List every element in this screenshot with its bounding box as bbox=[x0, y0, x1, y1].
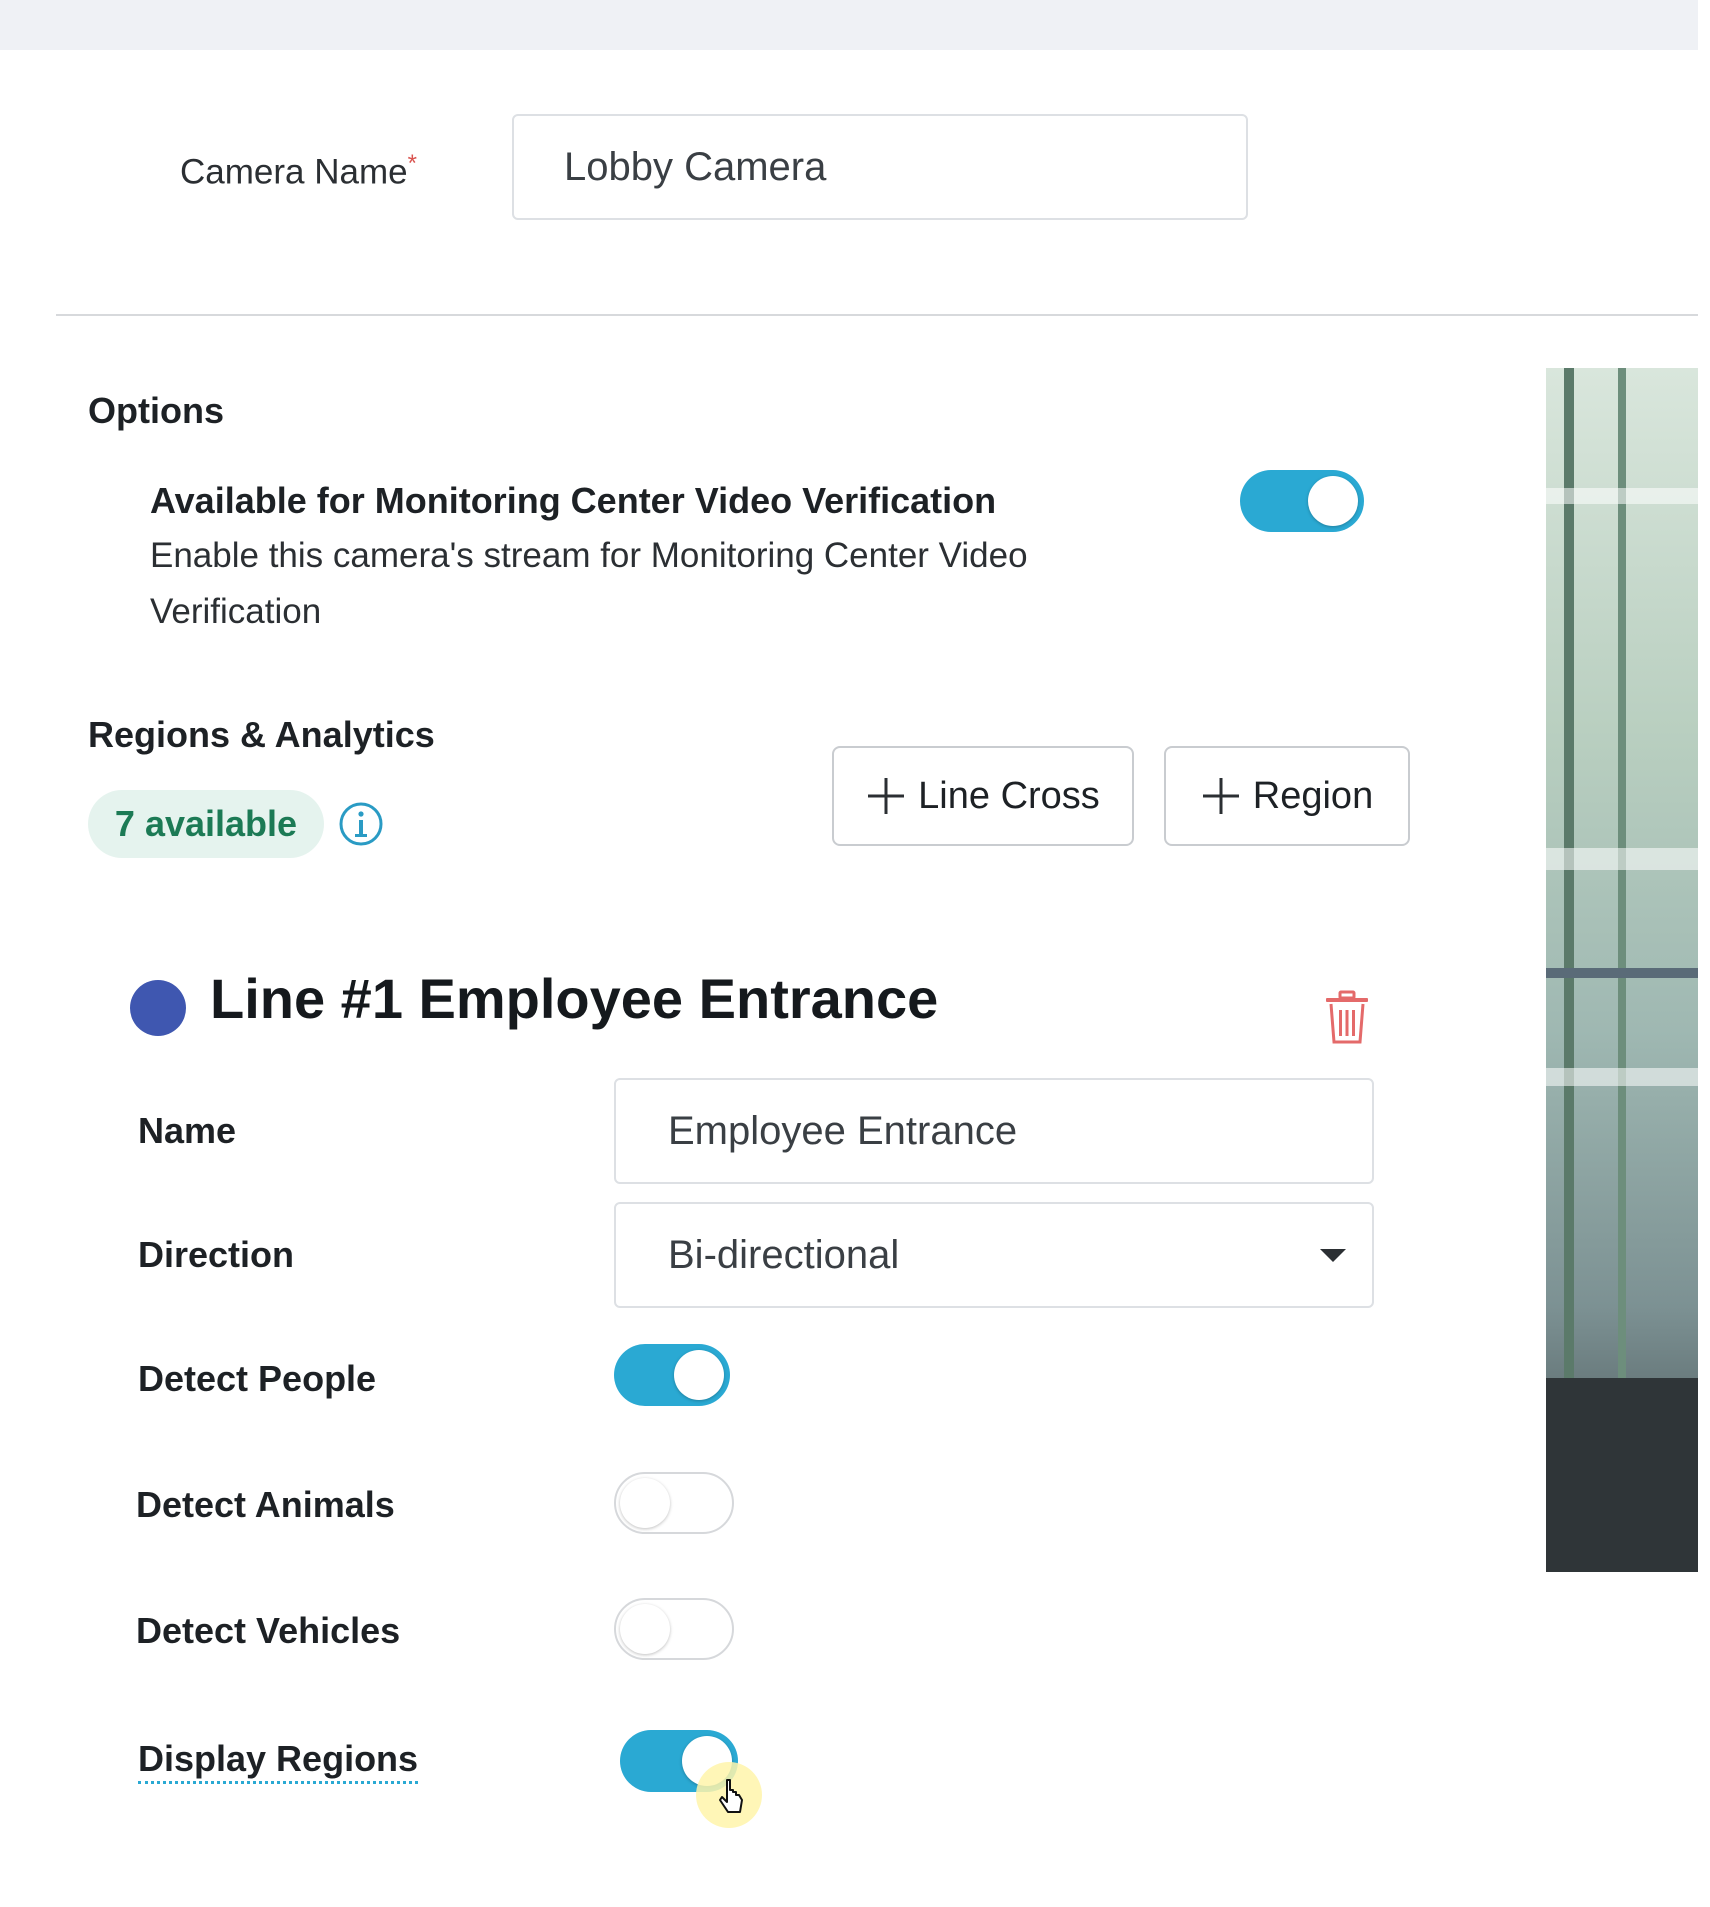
preview-highlight bbox=[1546, 1068, 1698, 1086]
direction-value: Bi-directional bbox=[668, 1232, 900, 1277]
required-marker: * bbox=[407, 150, 417, 177]
direction-select[interactable]: Bi-directional bbox=[614, 1202, 1374, 1308]
camera-preview bbox=[1546, 368, 1698, 1572]
video-verification-toggle[interactable] bbox=[1240, 470, 1364, 532]
options-section-title: Options bbox=[88, 390, 224, 431]
line-color-dot bbox=[130, 980, 186, 1036]
toggle-knob bbox=[1308, 476, 1358, 526]
add-region-label: Region bbox=[1252, 774, 1374, 817]
plus-icon bbox=[1202, 778, 1239, 814]
video-verification-description: Enable this camera's stream for Monitori… bbox=[150, 536, 1028, 631]
add-region-button[interactable]: Region bbox=[1164, 746, 1410, 846]
available-badge: 7 available bbox=[88, 790, 324, 858]
regions-section-title: Regions & Analytics bbox=[88, 714, 435, 755]
chevron-down-icon bbox=[1320, 1249, 1346, 1262]
detect-vehicles-label: Detect Vehicles bbox=[136, 1610, 401, 1651]
top-bar bbox=[0, 0, 1698, 50]
video-verification-title: Available for Monitoring Center Video Ve… bbox=[150, 480, 997, 521]
plus-icon bbox=[868, 778, 905, 814]
section-divider bbox=[56, 314, 1698, 316]
add-line-cross-label: Line Cross bbox=[918, 774, 1100, 817]
camera-name-label: Camera Name* bbox=[180, 150, 417, 193]
trash-icon[interactable] bbox=[1322, 990, 1372, 1046]
pointer-cursor-icon bbox=[719, 1779, 743, 1813]
line-name-label: Name bbox=[138, 1110, 237, 1151]
display-regions-label[interactable]: Display Regions bbox=[138, 1738, 419, 1784]
preview-highlight bbox=[1546, 488, 1698, 504]
preview-frame bbox=[1546, 968, 1698, 978]
toggle-knob bbox=[620, 1478, 670, 1528]
toggle-knob bbox=[620, 1604, 670, 1654]
detect-animals-label: Detect Animals bbox=[136, 1484, 395, 1525]
preview-highlight bbox=[1546, 848, 1698, 870]
preview-dark-area bbox=[1546, 1378, 1698, 1572]
line-name-input[interactable] bbox=[614, 1078, 1374, 1184]
camera-name-input[interactable] bbox=[512, 114, 1248, 220]
detect-vehicles-toggle[interactable] bbox=[614, 1598, 734, 1660]
add-line-cross-button[interactable]: Line Cross bbox=[832, 746, 1134, 846]
direction-label: Direction bbox=[138, 1234, 295, 1275]
line-title: Line #1 Employee Entrance bbox=[210, 967, 939, 1030]
toggle-knob bbox=[674, 1350, 724, 1400]
detect-people-label: Detect People bbox=[138, 1358, 377, 1399]
camera-name-label-text: Camera Name bbox=[180, 152, 408, 192]
display-regions-label-text: Display Regions bbox=[138, 1738, 419, 1784]
info-icon[interactable] bbox=[338, 801, 384, 847]
detect-animals-toggle[interactable] bbox=[614, 1472, 734, 1534]
detect-people-toggle[interactable] bbox=[614, 1344, 730, 1406]
